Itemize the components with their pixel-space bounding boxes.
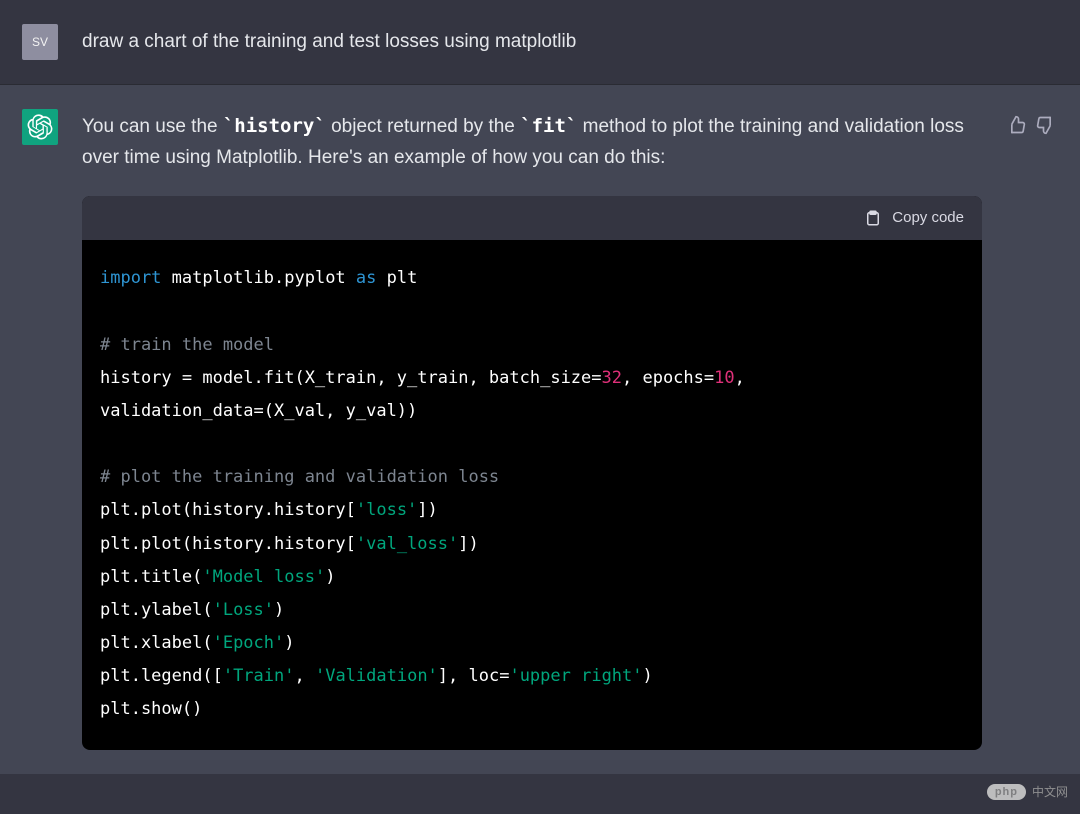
clipboard-icon xyxy=(864,209,882,227)
code-token: ]) xyxy=(458,534,478,554)
copy-code-label: Copy code xyxy=(892,206,964,231)
code-token: , xyxy=(294,666,314,686)
code-token: history = model.fit(X_train, y_train, ba… xyxy=(100,368,602,388)
code-token: 'Loss' xyxy=(213,600,274,620)
assistant-message-row: You can use the `history` object returne… xyxy=(0,85,1080,774)
code-token: 'Model loss' xyxy=(202,567,325,587)
thumbs-down-button[interactable] xyxy=(1036,115,1056,140)
code-token: import xyxy=(100,268,161,288)
code-block-header: Copy code xyxy=(82,196,982,241)
code-token: ) xyxy=(274,600,284,620)
feedback-actions xyxy=(1006,109,1056,140)
watermark-text: 中文网 xyxy=(1032,783,1068,800)
user-avatar: SV xyxy=(22,24,58,60)
assistant-avatar xyxy=(22,109,58,145)
code-token: 'val_loss' xyxy=(356,534,458,554)
inline-code-fit: `fit` xyxy=(520,115,577,137)
code-token: ) xyxy=(284,633,294,653)
code-token: ], loc= xyxy=(438,666,510,686)
code-content: import matplotlib.pyplot as plt # train … xyxy=(82,240,982,750)
code-token: plt.title( xyxy=(100,567,202,587)
code-token: 'Train' xyxy=(223,666,295,686)
code-token: 32 xyxy=(602,368,622,388)
openai-logo-icon xyxy=(27,114,53,140)
code-token: ) xyxy=(325,567,335,587)
code-token: 'Epoch' xyxy=(213,633,285,653)
code-token: plt.ylabel( xyxy=(100,600,213,620)
code-token: # train the model xyxy=(100,335,274,355)
code-token: , epochs= xyxy=(622,368,714,388)
code-token: ) xyxy=(643,666,653,686)
code-token: matplotlib.pyplot xyxy=(172,268,346,288)
code-token: plt.plot(history.history[ xyxy=(100,534,356,554)
code-token: 'loss' xyxy=(356,500,417,520)
text-fragment: You can use the xyxy=(82,116,223,137)
code-token: plt.xlabel( xyxy=(100,633,213,653)
text-fragment: object returned by the xyxy=(326,116,520,137)
code-token: 'Validation' xyxy=(315,666,438,686)
code-token: ]) xyxy=(417,500,437,520)
code-token: validation_data=(X_val, y_val)) xyxy=(100,401,417,421)
code-token: # plot the training and validation loss xyxy=(100,467,499,487)
user-message-row: SV draw a chart of the training and test… xyxy=(0,0,1080,85)
code-token: as xyxy=(356,268,376,288)
thumbs-up-icon xyxy=(1006,115,1026,135)
assistant-message-content: You can use the `history` object returne… xyxy=(82,109,982,750)
code-token: , xyxy=(735,368,745,388)
copy-code-button[interactable]: Copy code xyxy=(864,206,964,231)
assistant-reply-paragraph: You can use the `history` object returne… xyxy=(82,111,982,174)
user-message-text: draw a chart of the training and test lo… xyxy=(82,24,982,57)
thumbs-up-button[interactable] xyxy=(1006,115,1026,140)
code-token: 10 xyxy=(714,368,734,388)
watermark: php 中文网 xyxy=(987,783,1068,800)
code-block: Copy code import matplotlib.pyplot as pl… xyxy=(82,196,982,751)
code-token: plt.legend([ xyxy=(100,666,223,686)
watermark-pill: php xyxy=(987,784,1026,800)
thumbs-down-icon xyxy=(1036,115,1056,135)
code-token: plt.show() xyxy=(100,699,202,719)
code-token: plt xyxy=(387,268,418,288)
code-token: 'upper right' xyxy=(509,666,642,686)
code-token: plt.plot(history.history[ xyxy=(100,500,356,520)
inline-code-history: `history` xyxy=(223,115,326,137)
